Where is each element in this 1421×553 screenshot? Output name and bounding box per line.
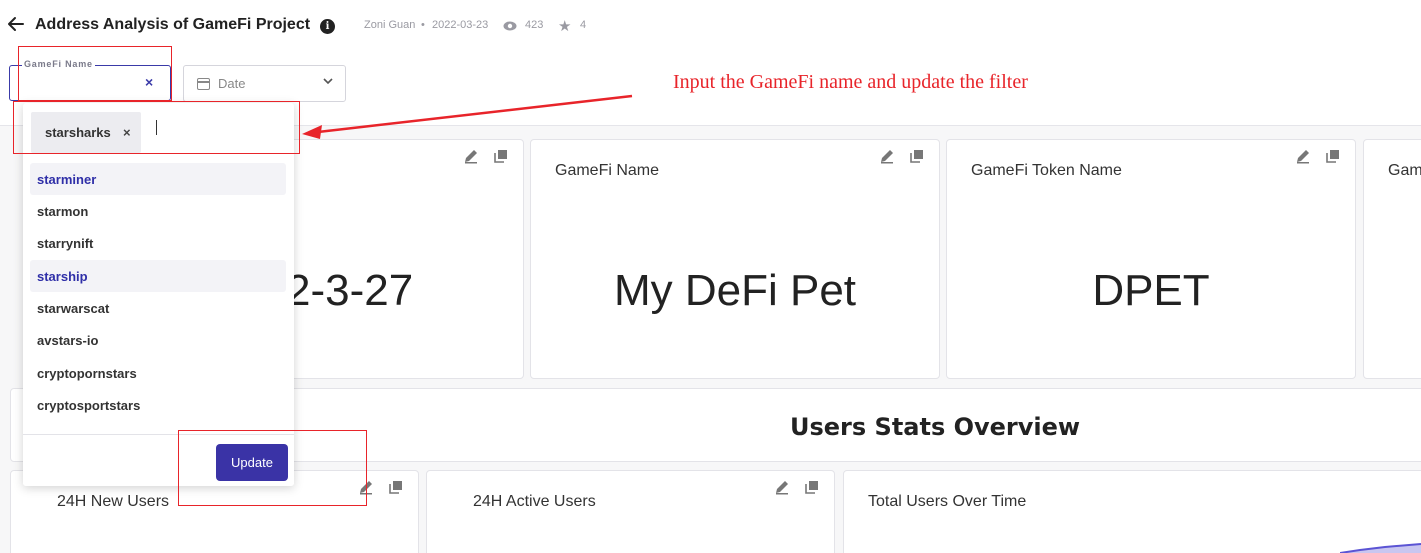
view-count: 423 [525, 19, 544, 31]
info-icon[interactable]: i [320, 19, 335, 34]
dropdown-option[interactable]: starminer [30, 163, 286, 195]
dropdown-option[interactable]: starwarscat [30, 292, 286, 324]
gamefi-name-value: My DeFi Pet [613, 266, 857, 315]
copy-icon[interactable] [388, 479, 404, 495]
card-title: GameFi Name [555, 162, 660, 179]
dashboard-page: Address Analysis of GameFi Project i Zon… [0, 0, 1421, 553]
publish-date: 2022-03-23 [432, 19, 489, 31]
page-header: Address Analysis of GameFi Project i Zon… [0, 0, 1421, 52]
edit-icon[interactable] [774, 479, 790, 495]
token-name-value: DPET [1092, 266, 1210, 315]
dropdown-option[interactable]: cryptosportstars [30, 389, 286, 421]
card-title: 24H Active Users [473, 493, 596, 510]
dropdown-option[interactable]: starship [30, 260, 286, 292]
annotation-box [178, 430, 367, 506]
total-users-chart-line [1340, 543, 1421, 553]
date-filter[interactable]: Date [183, 65, 346, 102]
eye-icon [503, 21, 517, 31]
star-icon[interactable]: ★ [558, 17, 571, 35]
edit-icon[interactable] [1295, 148, 1311, 164]
copy-icon[interactable] [909, 148, 925, 164]
dropdown-option[interactable]: cryptopornstars [30, 357, 286, 389]
total-users-card: Total Users Over Time [843, 470, 1421, 553]
card-title: Total Users Over Time [868, 493, 1027, 510]
gamefi-dropdown: starsharks × starminer starmon starrynif… [23, 103, 294, 486]
copy-icon[interactable] [1325, 148, 1341, 164]
meta-separator: • [421, 19, 425, 31]
copy-icon[interactable] [493, 148, 509, 164]
back-arrow-icon[interactable] [6, 14, 26, 34]
page-title: Address Analysis of GameFi Project [35, 16, 311, 33]
copy-icon[interactable] [804, 479, 820, 495]
partial-card: Gam [1363, 139, 1421, 379]
annotation-text: Input the GameFi name and update the fil… [673, 71, 1028, 93]
edit-icon[interactable] [463, 148, 479, 164]
card-actions [774, 479, 820, 495]
calendar-icon [197, 78, 210, 90]
card-actions [879, 148, 925, 164]
gamefi-name-card: GameFi Name My DeFi Pet [530, 139, 940, 379]
dropdown-option[interactable]: avstars-io [30, 324, 286, 356]
annotation-box [13, 101, 300, 154]
card-title: 24H New Users [57, 493, 170, 510]
card-actions [463, 148, 509, 164]
annotation-box [18, 46, 172, 101]
card-title: Gam [1388, 162, 1421, 179]
star-count: 4 [580, 19, 587, 31]
card-actions [1295, 148, 1341, 164]
dropdown-option[interactable]: starmon [30, 195, 286, 227]
date-value: 2-3-27 [286, 266, 414, 315]
active-users-card: 24H Active Users [426, 470, 835, 553]
chevron-down-icon [323, 78, 333, 85]
author-name[interactable]: Zoni Guan [364, 19, 415, 31]
dropdown-option[interactable]: starrynift [30, 227, 286, 259]
edit-icon[interactable] [879, 148, 895, 164]
token-name-card: GameFi Token Name DPET [946, 139, 1356, 379]
date-filter-label: Date [218, 76, 246, 91]
section-title: Users Stats Overview [790, 413, 1081, 441]
card-title: GameFi Token Name [971, 162, 1122, 179]
